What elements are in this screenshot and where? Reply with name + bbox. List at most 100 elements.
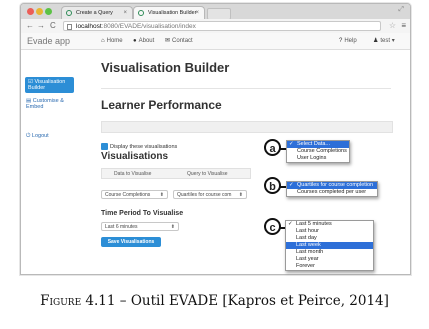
back-arrow-icon[interactable]: ← — [26, 20, 34, 32]
brand-link[interactable]: Evade app — [27, 35, 70, 47]
window-minimize-button[interactable] — [36, 8, 43, 15]
option-label: Select Data... — [297, 141, 331, 147]
contact-icon: ✉ — [165, 38, 171, 44]
callout-c-label: c — [264, 218, 281, 235]
dropdown-option[interactable]: Course Completions — [287, 148, 349, 155]
dropdown-option[interactable]: Forever — [286, 263, 373, 270]
nav-contact-label: Contact — [172, 38, 193, 44]
sidebar-item-label: Visualisation Builder — [28, 79, 66, 91]
option-label: Last year — [296, 256, 319, 262]
option-label: Last hour — [296, 228, 319, 234]
select-value: Quartiles for course com — [177, 192, 232, 198]
dropdown-option[interactable]: Last year — [286, 256, 373, 263]
dropdown-option[interactable]: Last month — [286, 249, 373, 256]
nav-contact-link[interactable]: ✉ Contact — [165, 36, 193, 46]
window-maximize-button[interactable] — [45, 8, 52, 15]
option-label: User Logins — [297, 155, 327, 161]
time-period-label: Time Period To Visualise — [101, 210, 184, 217]
browser-tab-create-query[interactable]: Create a Query × — [61, 6, 133, 19]
tab-close-icon[interactable]: × — [195, 7, 199, 19]
url-input[interactable]: localhost:8080/EVADE/visualisation/index — [63, 21, 381, 31]
window-close-button[interactable] — [27, 8, 34, 15]
figure-number: Figure 4.11 — [40, 293, 116, 309]
dropdown-option[interactable]: Last day — [286, 235, 373, 242]
callout-c-dropdown: ✓ Last 5 minutes Last hour Last day Last … — [285, 220, 374, 271]
select-arrow-icon: ⬍ — [238, 192, 243, 198]
option-label: Forever — [296, 263, 315, 269]
info-icon: ● — [133, 38, 137, 44]
data-select[interactable]: Course Completions ⬍ — [101, 190, 168, 199]
checkbox-label: Display these visualisations — [110, 143, 178, 150]
sidebar-item-label: Logout — [31, 133, 49, 139]
divider — [101, 88, 391, 89]
tab-close-icon[interactable]: × — [123, 7, 127, 19]
callout-b-label: b — [264, 177, 281, 194]
address-bar: ← → C localhost:8080/EVADE/visualisation… — [21, 19, 410, 34]
option-label: Last day — [296, 235, 317, 241]
tab-label: Create a Query — [76, 10, 113, 16]
option-label: Quartiles for course completion — [297, 182, 374, 188]
browser-tab-visualisation-builder[interactable]: Visualisation Builder × — [133, 6, 205, 19]
select-arrow-icon: ⬍ — [170, 224, 175, 230]
tab-label: Visualisation Builder — [148, 10, 197, 16]
home-icon: ⌂ — [101, 38, 105, 44]
checkbox-checked-icon — [101, 143, 108, 150]
bookmark-star-icon[interactable]: ☆ — [389, 20, 396, 32]
callout-a-label: a — [264, 139, 281, 156]
check-icon: ✓ — [289, 141, 294, 147]
option-label: Last week — [296, 242, 321, 248]
nav-about-link[interactable]: ● About — [133, 36, 154, 46]
visualisations-heading: Visualisations — [101, 151, 169, 162]
app-navbar: Evade app ⌂ Home ● About ✉ Contact ? Help ♟ t… — [21, 33, 410, 50]
forward-arrow-icon[interactable]: → — [37, 20, 45, 32]
caret-down-icon: ▾ — [391, 38, 395, 44]
sidebar: ☑ Visualisation Builder ▤ Customise & Em… — [21, 50, 81, 274]
sidebar-item-customise-embed[interactable]: ▤ Customise & Embed — [26, 98, 74, 110]
favicon-icon — [138, 10, 144, 16]
save-visualisations-button[interactable]: Save Visualisations — [101, 237, 161, 247]
select-value: Course Completions — [105, 192, 151, 198]
dropdown-option[interactable]: Last week — [286, 242, 373, 249]
browser-menu-icon[interactable]: ≡ — [401, 20, 406, 32]
dropdown-option[interactable]: User Logins — [287, 155, 349, 162]
url-host: localhost — [76, 23, 102, 30]
select-arrow-icon: ⬍ — [159, 192, 164, 198]
nav-home-link[interactable]: ⌂ Home — [101, 36, 123, 46]
window-resize-icon[interactable]: ⤢ — [398, 6, 404, 14]
time-period-select[interactable]: Last 6 minutes ⬍ — [101, 222, 179, 231]
option-label: Last month — [296, 249, 324, 255]
figure-caption: Figure 4.11 – Outil EVADE [Kapros et Pei… — [0, 293, 429, 309]
query-select[interactable]: Quartiles for course com ⬍ — [173, 190, 247, 199]
option-label: Course Completions — [297, 148, 347, 154]
sidebar-item-visualisation-builder[interactable]: ☑ Visualisation Builder — [25, 77, 74, 93]
nav-about-label: About — [138, 38, 155, 44]
display-visualisations-checkbox[interactable]: Display these visualisations — [101, 143, 177, 151]
user-icon: ♟ — [373, 38, 379, 44]
dropdown-option[interactable]: Courses completed per user — [287, 189, 377, 196]
help-link[interactable]: ? Help — [339, 36, 357, 46]
sidebar-item-logout[interactable]: ⏻ Logout — [26, 133, 49, 139]
favicon-icon — [66, 10, 72, 16]
url-path: :8080/EVADE/visualisation/index — [101, 23, 196, 30]
help-label: Help — [344, 38, 357, 44]
page-title: Visualisation Builder — [101, 60, 230, 75]
callout-b-dropdown: ✓ Quartiles for course completion Courses… — [286, 181, 378, 197]
column-header-query: Query to Visualise — [187, 171, 228, 177]
user-menu[interactable]: ♟ test ▾ — [373, 36, 395, 46]
dropdown-option[interactable]: ✓ Last 5 minutes — [286, 221, 373, 228]
select-value: Last 6 minutes — [105, 224, 138, 230]
table-header: Data to Visualise Query to Visualise — [101, 168, 251, 179]
dropdown-option[interactable]: Last hour — [286, 228, 373, 235]
section-heading-learner-performance: Learner Performance — [101, 98, 222, 112]
help-icon: ? — [339, 38, 343, 44]
sidebar-item-label: Customise & Embed — [26, 98, 64, 110]
panel-header — [101, 121, 393, 133]
page-icon — [67, 24, 72, 30]
reload-icon[interactable]: C — [50, 20, 56, 32]
caption-text: – Outil EVADE [Kapros et Peirce, 2014] — [119, 293, 389, 309]
dropdown-option[interactable]: ✓ Select Data... — [287, 141, 349, 148]
power-icon: ⏻ — [26, 133, 31, 139]
column-header-data: Data to Visualise — [114, 171, 152, 177]
callout-a-dropdown: ✓ Select Data... Course Completions User … — [286, 140, 350, 163]
dropdown-option[interactable]: ✓ Quartiles for course completion — [287, 182, 377, 189]
